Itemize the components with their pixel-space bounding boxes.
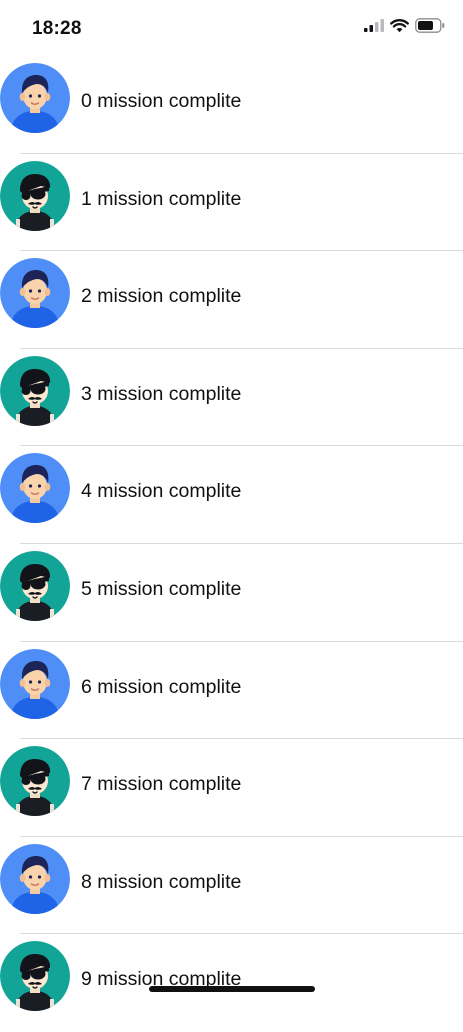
status-bar: 18:28: [0, 0, 463, 56]
teal-sunglasses-avatar: [0, 161, 70, 231]
list-item[interactable]: 7 mission complite: [0, 739, 463, 837]
teal-sunglasses-avatar: [0, 551, 70, 621]
mission-label: 3 mission complite: [81, 382, 242, 405]
status-icons: [364, 18, 445, 38]
cellular-signal-icon: [364, 19, 384, 37]
mission-label: 6 mission complite: [81, 675, 242, 698]
list-item[interactable]: 1 mission complite: [0, 154, 463, 252]
blue-boy-avatar: [0, 844, 70, 914]
wifi-icon: [390, 18, 409, 38]
list-item[interactable]: 3 mission complite: [0, 349, 463, 447]
teal-sunglasses-avatar: [0, 941, 70, 1011]
battery-icon: [415, 18, 445, 38]
mission-label: 8 mission complite: [81, 870, 242, 893]
mission-label: 0 mission complite: [81, 90, 242, 112]
list-item[interactable]: 2 mission complite: [0, 251, 463, 349]
list-item[interactable]: 5 mission complite: [0, 544, 463, 642]
list-item[interactable]: 4 mission complite: [0, 446, 463, 544]
mission-list: 0 mission complite 1 mission complite 2 …: [0, 56, 463, 1032]
teal-sunglasses-avatar: [0, 746, 70, 816]
mission-label: 2 mission complite: [81, 285, 242, 308]
mission-label: 7 mission complite: [81, 773, 242, 796]
mission-label: 5 mission complite: [81, 577, 242, 600]
list-item[interactable]: 0 mission complite: [0, 56, 463, 154]
blue-boy-avatar: [0, 649, 70, 719]
mission-label: 1 mission complite: [81, 187, 242, 210]
list-item[interactable]: 9 mission complite: [0, 934, 463, 1032]
list-item[interactable]: 6 mission complite: [0, 642, 463, 740]
mission-label: 4 mission complite: [81, 480, 242, 503]
blue-boy-avatar: [0, 453, 70, 523]
blue-boy-avatar: [0, 258, 70, 328]
home-indicator[interactable]: [149, 986, 315, 992]
list-item[interactable]: 8 mission complite: [0, 837, 463, 935]
blue-boy-avatar: [0, 63, 70, 133]
status-time: 18:28: [32, 18, 82, 39]
teal-sunglasses-avatar: [0, 356, 70, 426]
